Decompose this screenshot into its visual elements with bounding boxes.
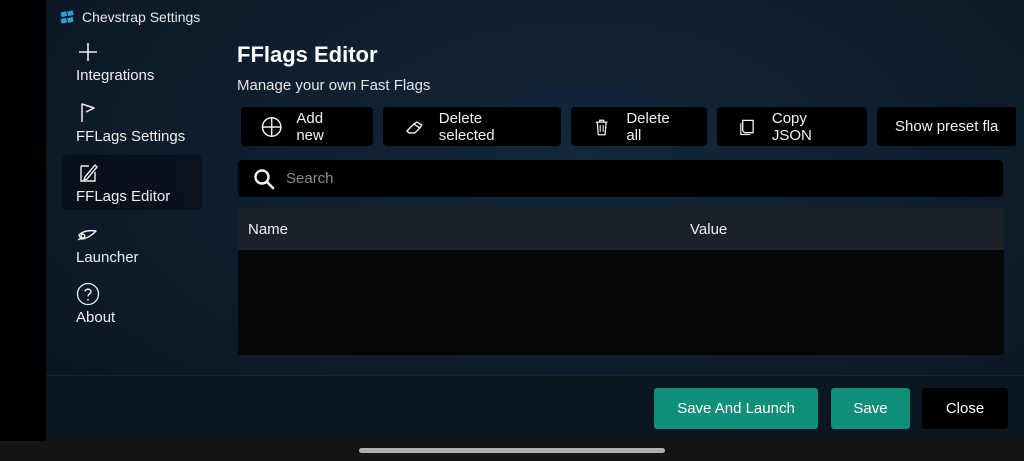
eraser-icon (406, 120, 423, 134)
page-title: FFlags Editor (237, 42, 378, 67)
rocket-icon (77, 229, 97, 241)
column-header-name[interactable]: Name (238, 221, 680, 238)
fflags-table: Name Value (238, 208, 1004, 355)
copy-icon (740, 119, 754, 135)
column-header-value[interactable]: Value (680, 221, 727, 238)
sidebar-item-label: About (76, 309, 116, 326)
window-title: Chevstrap Settings (82, 9, 201, 25)
plus-icon (79, 43, 97, 61)
help-circle-icon (76, 282, 100, 306)
app-logo-icon (60, 9, 74, 24)
table-header: Name Value (238, 208, 1004, 250)
sidebar-item-label: Launcher (76, 248, 139, 266)
toolbar: Add new Delete selected Delete all Copy … (241, 107, 1016, 146)
system-navigation-bar (0, 441, 1024, 461)
delete-selected-button[interactable]: Delete selected (383, 107, 561, 146)
footer-bar: Save And Launch Save Close (46, 375, 1024, 441)
show-preset-label: Show preset fla (895, 118, 999, 135)
title-bar: Chevstrap Settings (60, 7, 200, 27)
sidebar-item-fflags-editor[interactable]: FFLags Editor (62, 155, 202, 210)
sidebar-item-label: Integrations (76, 67, 155, 84)
copy-json-label: Copy JSON (771, 109, 812, 144)
delete-selected-label: Delete selected (438, 109, 495, 144)
show-preset-flags-button[interactable]: Show preset fla (877, 107, 1016, 146)
search-input[interactable] (286, 170, 886, 187)
main-content: FFlags Editor Manage your own Fast Flags… (237, 40, 1024, 355)
close-button[interactable]: Close (922, 388, 1008, 429)
add-circle-icon (261, 116, 282, 137)
sidebar-item-integrations[interactable]: Integrations (62, 34, 202, 89)
delete-all-button[interactable]: Delete all (571, 107, 707, 146)
sidebar: Integrations FFLags Settings FFLags Edit… (62, 34, 202, 337)
sidebar-item-fflags-settings[interactable]: FFLags Settings (62, 95, 202, 150)
save-button[interactable]: Save (831, 388, 910, 429)
search-box (238, 160, 1003, 197)
copy-json-button[interactable]: Copy JSON (717, 107, 867, 146)
page-subtitle: Manage your own Fast Flags (237, 77, 431, 94)
add-new-button[interactable]: Add new (241, 107, 373, 146)
trash-icon (595, 119, 608, 135)
add-new-label: Add new (296, 109, 324, 144)
delete-all-label: Delete all (626, 109, 670, 144)
gesture-handle[interactable] (359, 448, 665, 453)
flag-icon (81, 102, 95, 122)
sidebar-item-launcher[interactable]: Launcher (62, 216, 202, 271)
edit-icon (80, 164, 98, 182)
sidebar-item-label: FFLags Settings (76, 127, 186, 145)
search-icon (254, 168, 275, 189)
sidebar-item-about[interactable]: About (62, 276, 202, 331)
app-window: Chevstrap Settings Integrations FFLags S… (46, 0, 1024, 441)
save-and-launch-button[interactable]: Save And Launch (654, 388, 818, 429)
sidebar-item-label: FFLags Editor (76, 188, 171, 205)
